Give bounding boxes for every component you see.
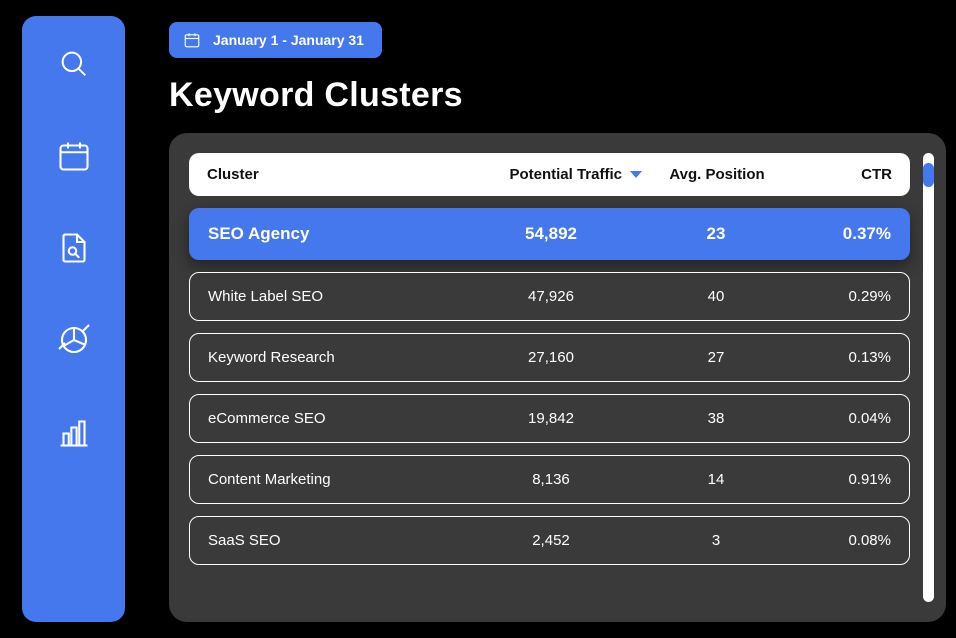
sidebar-item-search[interactable] — [54, 44, 94, 84]
cluster-traffic: 54,892 — [461, 224, 641, 244]
cluster-ctr: 0.08% — [791, 532, 891, 549]
cluster-ctr: 0.91% — [791, 471, 891, 488]
table-row[interactable]: SaaS SEO2,45230.08% — [189, 516, 910, 565]
table-row[interactable]: eCommerce SEO19,842380.04% — [189, 394, 910, 443]
cluster-ctr: 0.37% — [791, 224, 891, 244]
table-row[interactable]: Content Marketing8,136140.91% — [189, 455, 910, 504]
cluster-position: 40 — [641, 288, 791, 305]
cluster-name: Keyword Research — [208, 349, 461, 366]
cluster-position: 23 — [641, 224, 791, 244]
cluster-traffic: 2,452 — [461, 532, 641, 549]
calendar-icon — [183, 31, 201, 49]
main-content: January 1 - January 31 Keyword Clusters … — [125, 16, 946, 622]
cluster-position: 14 — [641, 471, 791, 488]
page-title: Keyword Clusters — [169, 76, 946, 115]
column-header-cluster[interactable]: Cluster — [207, 166, 462, 183]
date-range-selector[interactable]: January 1 - January 31 — [169, 22, 382, 58]
pie-chart-icon — [56, 322, 92, 358]
cluster-traffic: 19,842 — [461, 410, 641, 427]
cluster-name: eCommerce SEO — [208, 410, 461, 427]
scrollbar[interactable] — [918, 153, 936, 602]
sort-desc-icon — [630, 171, 642, 178]
cluster-name: White Label SEO — [208, 288, 461, 305]
bar-chart-icon — [56, 414, 92, 450]
sidebar-item-report[interactable] — [54, 228, 94, 268]
scrollbar-track — [923, 153, 934, 602]
cluster-traffic: 8,136 — [461, 471, 641, 488]
date-range-label: January 1 - January 31 — [213, 32, 364, 48]
clusters-table: Cluster Potential Traffic Avg. Position … — [189, 153, 910, 602]
cluster-ctr: 0.29% — [791, 288, 891, 305]
column-header-traffic-label: Potential Traffic — [509, 166, 622, 183]
cluster-name: Content Marketing — [208, 471, 461, 488]
table-row[interactable]: SEO Agency54,892230.37% — [189, 208, 910, 260]
cluster-traffic: 47,926 — [461, 288, 641, 305]
cluster-position: 3 — [641, 532, 791, 549]
cluster-position: 38 — [641, 410, 791, 427]
search-icon — [57, 47, 91, 81]
report-search-icon — [56, 230, 92, 266]
sidebar-item-rankings[interactable] — [54, 412, 94, 452]
table-header: Cluster Potential Traffic Avg. Position … — [189, 153, 910, 196]
table-row[interactable]: Keyword Research27,160270.13% — [189, 333, 910, 382]
cluster-position: 27 — [641, 349, 791, 366]
sidebar-item-calendar[interactable] — [54, 136, 94, 176]
cluster-name: SaaS SEO — [208, 532, 461, 549]
clusters-panel: Cluster Potential Traffic Avg. Position … — [169, 133, 946, 622]
cluster-name: SEO Agency — [208, 224, 461, 244]
sidebar — [22, 16, 125, 622]
calendar-icon — [56, 138, 92, 174]
table-row[interactable]: White Label SEO47,926400.29% — [189, 272, 910, 321]
sidebar-item-analytics[interactable] — [54, 320, 94, 360]
cluster-ctr: 0.13% — [791, 349, 891, 366]
column-header-ctr[interactable]: CTR — [792, 166, 892, 183]
column-header-position[interactable]: Avg. Position — [642, 166, 792, 183]
cluster-ctr: 0.04% — [791, 410, 891, 427]
column-header-traffic[interactable]: Potential Traffic — [462, 166, 642, 183]
scrollbar-thumb[interactable] — [923, 163, 934, 187]
cluster-traffic: 27,160 — [461, 349, 641, 366]
